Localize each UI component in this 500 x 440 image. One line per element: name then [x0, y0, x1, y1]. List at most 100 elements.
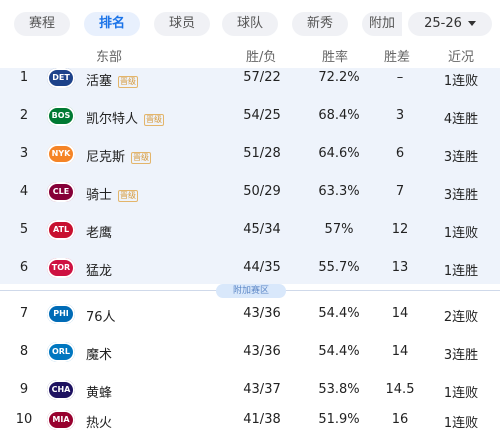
team-logo-icon: ORL	[47, 342, 75, 362]
team-name: 热火	[86, 412, 112, 431]
team-name: 骑士 晋级	[86, 184, 139, 203]
team-name-text: 黄蜂	[86, 386, 113, 401]
season-label: 25-26	[424, 16, 462, 31]
games-behind: 3	[395, 108, 405, 123]
team-name-text: 76人	[86, 310, 116, 325]
games-behind: –	[396, 70, 404, 85]
win-loss: 44/35	[243, 260, 281, 275]
streak: 1连败	[443, 416, 479, 431]
tab-players[interactable]: 球员	[154, 12, 210, 36]
team-name-text: 活塞	[86, 74, 113, 89]
win-pct: 53.8%	[318, 382, 360, 397]
rank: 6	[19, 260, 29, 275]
rank: 4	[19, 184, 29, 199]
win-loss: 54/25	[243, 108, 281, 123]
team-logo-icon: NYK	[47, 144, 75, 164]
games-behind: 14	[391, 306, 409, 321]
rank: 9	[19, 382, 29, 397]
streak: 1连败	[443, 386, 479, 401]
win-pct: 55.7%	[318, 260, 360, 275]
clinched-badge: 晋级	[144, 113, 165, 126]
table-row[interactable]: 5 ATL 老鹰 45/34 57% 12 1连败	[0, 212, 500, 248]
team-name-text: 凯尔特人	[86, 112, 139, 127]
team-name-text: 骑士	[86, 188, 113, 203]
win-loss: 57/22	[243, 70, 281, 85]
table-row[interactable]: 7 PHI 76人 43/36 54.4% 14 2连败	[0, 296, 500, 332]
team-logo-icon: ATL	[47, 220, 75, 240]
win-pct: 64.6%	[318, 146, 360, 161]
team-name: 黄蜂	[86, 382, 112, 401]
team-name: 猛龙	[86, 260, 112, 279]
playin-zone-label: 附加赛区	[216, 284, 286, 298]
team-logo-icon: CLE	[47, 182, 75, 202]
streak: 3连胜	[443, 348, 479, 363]
games-behind: 7	[395, 184, 405, 199]
streak: 3连胜	[443, 188, 479, 203]
team-name: 活塞 晋级	[86, 70, 139, 89]
team-logo-icon: TOR	[47, 258, 75, 278]
win-pct: 54.4%	[318, 344, 360, 359]
season-select[interactable]: 25-26	[408, 12, 492, 36]
win-pct: 63.3%	[318, 184, 360, 199]
table-row[interactable]: 10 MIA 热火 41/38 51.9% 16 1连败	[0, 402, 500, 438]
rank: 5	[19, 222, 29, 237]
games-behind: 13	[391, 260, 409, 275]
team-name-text: 魔术	[86, 348, 113, 363]
games-behind: 12	[391, 222, 409, 237]
tab-rookies[interactable]: 新秀	[292, 12, 348, 36]
team-logo-icon: BOS	[47, 106, 75, 126]
team-name-text: 尼克斯	[86, 150, 126, 165]
caret-down-icon	[467, 21, 476, 26]
streak: 2连败	[443, 310, 479, 325]
team-name: 尼克斯 晋级	[86, 146, 152, 165]
table-row[interactable]: 8 ORL 魔术 43/36 54.4% 14 3连胜	[0, 334, 500, 370]
tab-bar: 赛程 排名 球员 球队 新秀 附加 25-26	[0, 0, 500, 40]
win-pct: 51.9%	[318, 412, 360, 427]
tab-teams[interactable]: 球队	[222, 12, 278, 36]
team-logo-icon: PHI	[47, 304, 75, 324]
win-loss: 51/28	[243, 146, 281, 161]
team-logo-icon: MIA	[47, 410, 75, 430]
games-behind: 14.5	[385, 382, 415, 397]
clinched-badge: 晋级	[118, 189, 139, 202]
team-name-text: 热火	[86, 416, 113, 431]
team-name: 凯尔特人 晋级	[86, 108, 165, 127]
rank: 2	[19, 108, 29, 123]
table-row[interactable]: 2 BOS 凯尔特人 晋级 54/25 68.4% 3 4连胜	[0, 98, 500, 134]
games-behind: 14	[391, 344, 409, 359]
games-behind: 6	[395, 146, 405, 161]
clinched-badge: 晋级	[118, 75, 139, 88]
rank: 10	[15, 412, 33, 427]
streak: 4连胜	[443, 112, 479, 127]
tab-standings[interactable]: 排名	[84, 12, 140, 36]
streak: 1连败	[443, 74, 479, 89]
win-loss: 43/36	[243, 344, 281, 359]
tab-playin[interactable]: 附加	[362, 12, 402, 36]
win-loss: 43/37	[243, 382, 281, 397]
team-name: 76人	[86, 306, 116, 325]
tab-schedule[interactable]: 赛程	[14, 12, 70, 36]
rank: 8	[19, 344, 29, 359]
table-row[interactable]: 1 DET 活塞 晋级 57/22 72.2% – 1连败	[0, 60, 500, 96]
win-pct: 57%	[324, 222, 354, 237]
rank: 3	[19, 146, 29, 161]
streak: 1连胜	[443, 264, 479, 279]
table-row[interactable]: 3 NYK 尼克斯 晋级 51/28 64.6% 6 3连胜	[0, 136, 500, 172]
team-name: 魔术	[86, 344, 112, 363]
games-behind: 16	[391, 412, 409, 427]
win-loss: 50/29	[243, 184, 281, 199]
team-logo-icon: DET	[47, 68, 75, 88]
win-pct: 68.4%	[318, 108, 360, 123]
win-pct: 72.2%	[318, 70, 360, 85]
team-name-text: 老鹰	[86, 226, 113, 241]
streak: 3连胜	[443, 150, 479, 165]
table-row[interactable]: 6 TOR 猛龙 44/35 55.7% 13 1连胜	[0, 250, 500, 286]
team-name: 老鹰	[86, 222, 112, 241]
win-pct: 54.4%	[318, 306, 360, 321]
team-name-text: 猛龙	[86, 264, 113, 279]
table-row[interactable]: 4 CLE 骑士 晋级 50/29 63.3% 7 3连胜	[0, 174, 500, 210]
rank: 1	[19, 70, 29, 85]
streak: 1连败	[443, 226, 479, 241]
win-loss: 41/38	[243, 412, 281, 427]
clinched-badge: 晋级	[131, 151, 152, 164]
